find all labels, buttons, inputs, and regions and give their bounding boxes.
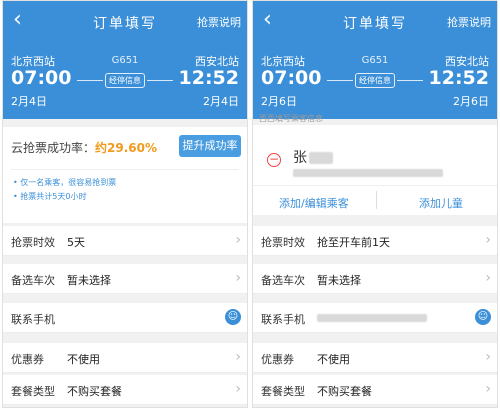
line-divider: [77, 80, 103, 81]
row-label: 联系手机: [11, 313, 55, 326]
row-value: 不使用: [317, 353, 350, 366]
line-divider: [147, 80, 173, 81]
arrive-time: 12:52: [428, 67, 489, 89]
arrive-date: 2月6日: [453, 95, 489, 108]
success-rate-label: 云抢票成功率：: [11, 141, 96, 155]
top-bar: ‹ 订单填写 抢票说明: [253, 1, 497, 41]
passenger-card: − 张 添加/编辑乘客 添加儿童: [253, 125, 497, 215]
passenger-name: 张: [293, 147, 333, 167]
row-value: 暂未选择: [67, 274, 111, 287]
row-grab-duration[interactable]: 抢票时效 5天 ›: [3, 226, 247, 256]
row-coupon[interactable]: 优惠券 不使用 ›: [3, 343, 247, 373]
chevron-right-icon: ›: [235, 270, 241, 286]
row-label: 抢票时效: [261, 236, 305, 249]
chevron-right-icon: ›: [485, 232, 491, 248]
row-value: 暂未选择: [317, 274, 361, 287]
stop-info-button[interactable]: 经停信息: [355, 73, 395, 88]
arrive-time: 12:52: [178, 67, 239, 89]
row-alternate-trains[interactable]: 备选车次 暂未选择 ›: [3, 264, 247, 294]
row-grab-duration[interactable]: 抢票时效 抢至开车前1天 ›: [253, 226, 497, 256]
chevron-right-icon: ›: [235, 381, 241, 397]
depart-date: 2月6日: [261, 95, 297, 108]
passenger-info-caption: 西西填写乘客信息: [259, 114, 323, 123]
row-value: 5天: [67, 236, 85, 249]
chevron-right-icon: ›: [485, 270, 491, 286]
arrive-date: 2月4日: [203, 95, 239, 108]
trip-header: ‹ 订单填写 抢票说明 北京西站 G651 西安北站 07:00 经停信息 12…: [3, 1, 247, 119]
divider: [11, 169, 239, 170]
help-link[interactable]: 抢票说明: [447, 14, 491, 30]
success-rate-text: 云抢票成功率：约29.60%: [11, 139, 157, 156]
depart-date: 2月4日: [11, 95, 47, 108]
minus-circle-icon[interactable]: −: [267, 153, 281, 167]
row-contact-phone[interactable]: 联系手机 ☺: [3, 303, 247, 333]
help-link[interactable]: 抢票说明: [197, 14, 241, 30]
line-divider: [327, 80, 353, 81]
stop-info-button[interactable]: 经停信息: [105, 73, 145, 88]
passenger-surname: 张: [293, 150, 307, 166]
contact-icon[interactable]: ☺: [475, 309, 491, 325]
rate-tip: • 抢票共计5天0小时: [13, 192, 87, 201]
row-value: 不使用: [67, 353, 100, 366]
redacted-name: [309, 152, 333, 164]
row-label: 优惠券: [11, 353, 44, 366]
chevron-right-icon: ›: [485, 381, 491, 397]
row-value: 不购买套餐: [67, 385, 122, 398]
chevron-right-icon: ›: [235, 232, 241, 248]
chevron-right-icon: ›: [485, 349, 491, 365]
chevron-right-icon: ›: [235, 349, 241, 365]
divider: [253, 185, 497, 186]
row-coupon[interactable]: 优惠券 不使用 ›: [253, 343, 497, 373]
row-alternate-trains[interactable]: 备选车次 暂未选择 ›: [253, 264, 497, 294]
row-label: 套餐类型: [11, 385, 55, 398]
row-label: 备选车次: [11, 274, 55, 287]
row-label: 套餐类型: [261, 385, 305, 398]
trip-header: ‹ 订单填写 抢票说明 北京西站 G651 西安北站 07:00 经停信息 12…: [253, 1, 497, 119]
upgrade-rate-button[interactable]: 提升成功率: [179, 135, 241, 157]
contact-icon[interactable]: ☺: [225, 309, 241, 325]
row-label: 优惠券: [261, 353, 294, 366]
right-screen: ‹ 订单填写 抢票说明 北京西站 G651 西安北站 07:00 经停信息 12…: [252, 0, 498, 408]
success-rate-value: 约29.60%: [95, 141, 157, 155]
row-label: 抢票时效: [11, 236, 55, 249]
rate-tip: • 仅一名乘客，很容易抢到票: [13, 178, 117, 187]
redacted-phone: [317, 314, 427, 322]
redacted-id-number: [293, 169, 443, 177]
success-rate-card: 云抢票成功率：约29.60% 提升成功率 • 仅一名乘客，很容易抢到票 • 抢票…: [3, 127, 247, 223]
vertical-divider: [376, 191, 377, 209]
row-label: 备选车次: [261, 274, 305, 287]
row-value: 抢至开车前1天: [317, 236, 390, 249]
add-edit-passenger-button[interactable]: 添加/编辑乘客: [279, 195, 349, 211]
row-value: 不购买套餐: [317, 385, 372, 398]
row-package[interactable]: 套餐类型 不购买套餐 ›: [3, 375, 247, 405]
top-bar: ‹ 订单填写 抢票说明: [3, 1, 247, 41]
add-child-button[interactable]: 添加儿童: [419, 195, 463, 211]
line-divider: [397, 80, 423, 81]
left-screen: ‹ 订单填写 抢票说明 北京西站 G651 西安北站 07:00 经停信息 12…: [2, 0, 248, 408]
row-package[interactable]: 套餐类型 不购买套餐 ›: [253, 375, 497, 405]
row-contact-phone[interactable]: 联系手机 ☺: [253, 303, 497, 333]
row-label: 联系手机: [261, 313, 305, 326]
